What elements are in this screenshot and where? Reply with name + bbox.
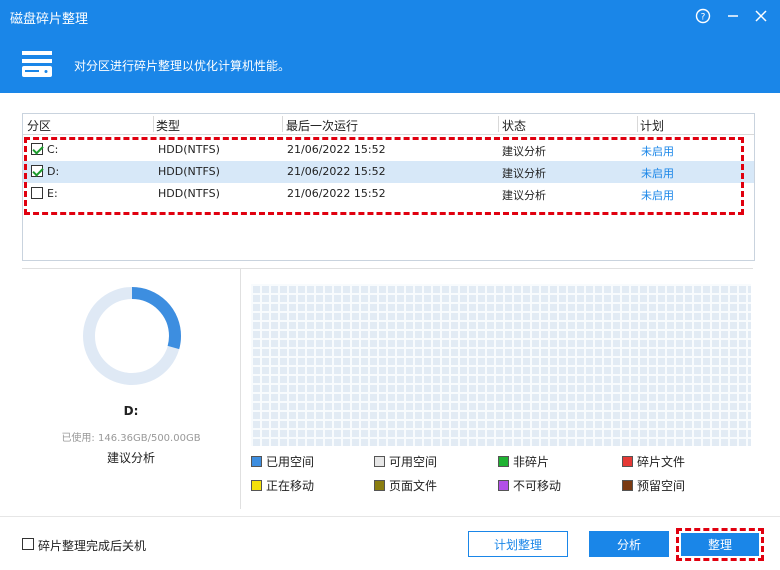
- divider: [0, 516, 780, 517]
- column-header-status[interactable]: 状态: [502, 117, 526, 134]
- legend-swatch: [498, 456, 509, 467]
- legend-label: 正在移动: [266, 479, 315, 493]
- minimize-icon[interactable]: [720, 4, 746, 28]
- column-header-schedule[interactable]: 计划: [640, 117, 664, 134]
- legend-swatch: [251, 456, 262, 467]
- legend-label: 页面文件: [389, 479, 438, 493]
- analyze-button[interactable]: 分析: [589, 531, 669, 557]
- legend-label: 预留空间: [637, 479, 686, 493]
- column-header-partition[interactable]: 分区: [27, 117, 51, 134]
- disk-usage-donut: [83, 287, 181, 385]
- close-icon[interactable]: [748, 4, 774, 28]
- legend-swatch: [622, 456, 633, 467]
- selected-drive-label: D:: [123, 404, 139, 418]
- column-divider[interactable]: [153, 116, 154, 132]
- defrag-button-highlight: [676, 528, 764, 561]
- header-description: 对分区进行碎片整理以优化计算机性能。: [74, 59, 291, 73]
- column-header-last-run[interactable]: 最后一次运行: [286, 117, 358, 134]
- shutdown-after-label[interactable]: 碎片整理完成后关机: [38, 537, 146, 554]
- column-divider[interactable]: [282, 116, 283, 132]
- legend-swatch: [374, 456, 385, 467]
- legend-swatch: [251, 480, 262, 491]
- svg-text:?: ?: [701, 13, 706, 23]
- legend-label: 已用空间: [266, 455, 315, 469]
- divider: [240, 269, 241, 509]
- legend-used-space: 已用空间: [251, 453, 314, 470]
- used-space-text: 已使用: 146.36GB/500.00GB: [61, 433, 201, 444]
- legend-reserved: 预留空间: [622, 477, 685, 494]
- legend-label: 非碎片: [513, 455, 550, 469]
- disk-cluster-map: [251, 284, 751, 446]
- shutdown-after-checkbox[interactable]: [22, 538, 34, 550]
- partition-rows-highlight: [24, 137, 744, 215]
- window-title: 磁盘碎片整理: [10, 12, 89, 27]
- table-header: 分区 类型 最后一次运行 状态 计划: [23, 114, 754, 135]
- header-banner: 对分区进行碎片整理以优化计算机性能。: [0, 33, 780, 93]
- column-header-type[interactable]: 类型: [156, 117, 180, 134]
- legend-non-fragmented: 非碎片: [498, 453, 549, 470]
- legend-page-file: 页面文件: [374, 477, 437, 494]
- column-divider[interactable]: [637, 116, 638, 132]
- drive-status-text: 建议分析: [106, 451, 155, 465]
- legend-swatch: [374, 480, 385, 491]
- schedule-defrag-button[interactable]: 计划整理: [468, 531, 568, 557]
- legend-unmovable: 不可移动: [498, 477, 561, 494]
- column-divider[interactable]: [498, 116, 499, 132]
- legend-free-space: 可用空间: [374, 453, 437, 470]
- legend-moving: 正在移动: [251, 477, 314, 494]
- legend-label: 不可移动: [513, 479, 562, 493]
- title-bar: 磁盘碎片整理 ?: [0, 0, 780, 33]
- legend-label: 可用空间: [389, 455, 438, 469]
- help-circle-icon[interactable]: ?: [690, 4, 716, 28]
- legend-fragmented: 碎片文件: [622, 453, 685, 470]
- legend-label: 碎片文件: [637, 455, 686, 469]
- legend-swatch: [498, 480, 509, 491]
- hard-drive-icon: [22, 51, 52, 77]
- legend-swatch: [622, 480, 633, 491]
